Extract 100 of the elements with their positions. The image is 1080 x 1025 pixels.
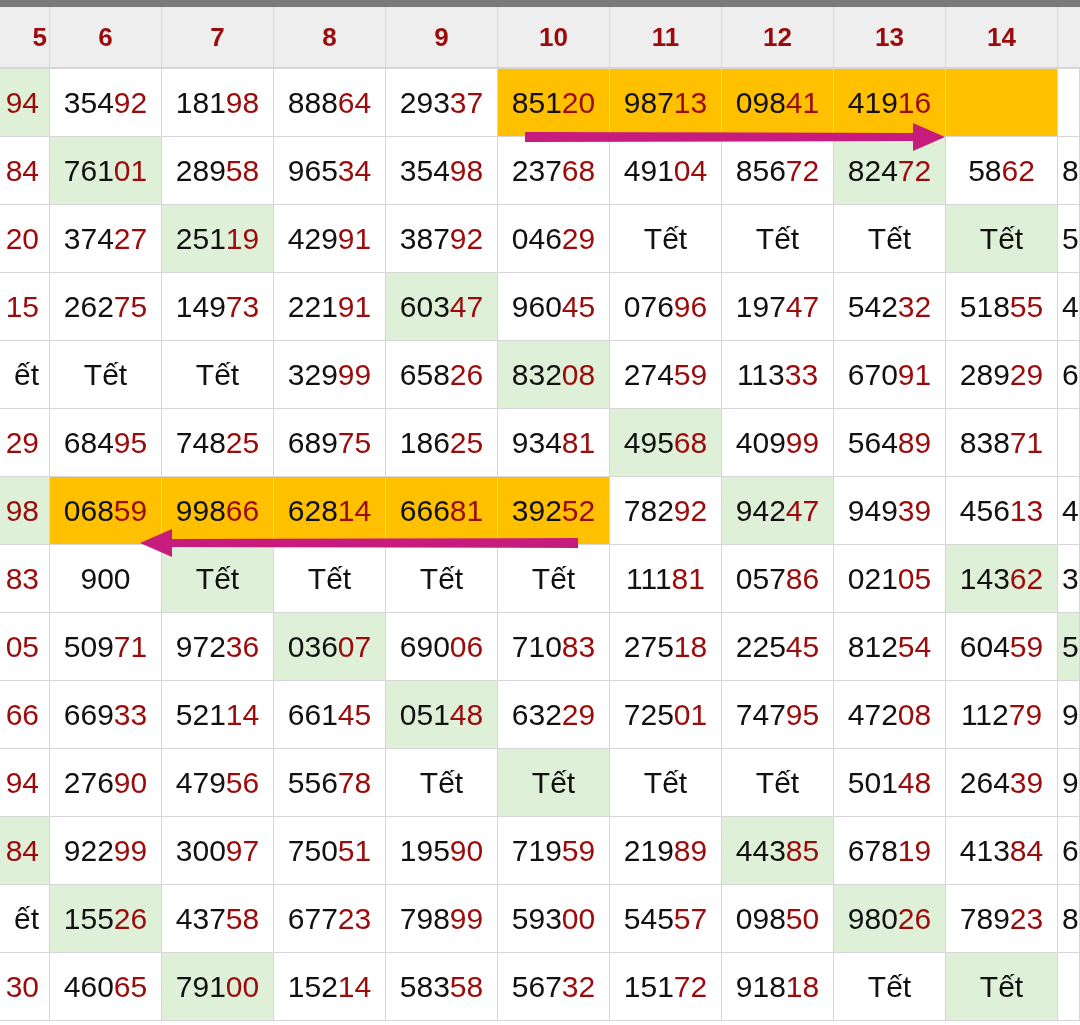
table-cell: 21989 xyxy=(610,817,722,885)
table-cell: 15 xyxy=(0,273,50,341)
table-cell: 68495 xyxy=(50,409,162,477)
table-cell: 14362 xyxy=(946,545,1058,613)
table-cell: 19747 xyxy=(722,273,834,341)
column-header: 9 xyxy=(386,7,498,69)
table-cell: 66933 xyxy=(50,681,162,749)
table-cell: 30097 xyxy=(162,817,274,885)
table-cell: 47956 xyxy=(162,749,274,817)
table-cell: 88864 xyxy=(274,69,386,137)
column-header: 10 xyxy=(498,7,610,69)
table-cell: 4 xyxy=(1058,273,1080,341)
table-cell: Tết xyxy=(274,545,386,613)
table-cell: 69006 xyxy=(386,613,498,681)
table-cell: 28958 xyxy=(162,137,274,205)
table-cell: 50971 xyxy=(50,613,162,681)
arrow-icon xyxy=(525,123,945,151)
table-cell: 97236 xyxy=(162,613,274,681)
table-cell: Tết xyxy=(946,205,1058,273)
table-cell: 92299 xyxy=(50,817,162,885)
table-cell: 51855 xyxy=(946,273,1058,341)
table-cell: Tết xyxy=(386,545,498,613)
table-cell: 84 xyxy=(0,817,50,885)
table-cell: 03607 xyxy=(274,613,386,681)
table-cell: 39252 xyxy=(498,477,610,545)
table-cell: 32999 xyxy=(274,341,386,409)
table-cell: 60347 xyxy=(386,273,498,341)
table-cell: 78923 xyxy=(946,885,1058,953)
table-cell: 83208 xyxy=(498,341,610,409)
column-header xyxy=(1058,7,1080,69)
table-cell: 11181 xyxy=(610,545,722,613)
table-cell: 18625 xyxy=(386,409,498,477)
table-cell: 22191 xyxy=(274,273,386,341)
table-cell: 68975 xyxy=(274,409,386,477)
table-cell: 37427 xyxy=(50,205,162,273)
table-cell: 67091 xyxy=(834,341,946,409)
column-header: 8 xyxy=(274,7,386,69)
table-cell: Tết xyxy=(610,205,722,273)
table-cell: Tết xyxy=(722,205,834,273)
table-cell: 27459 xyxy=(610,341,722,409)
table-cell: 96534 xyxy=(274,137,386,205)
table-cell: 94247 xyxy=(722,477,834,545)
table-cell: 65826 xyxy=(386,341,498,409)
table-cell: Tết xyxy=(722,749,834,817)
column-header: 6 xyxy=(50,7,162,69)
table-cell: 5862 xyxy=(946,137,1058,205)
arrow-icon xyxy=(140,529,578,557)
table-cell: 5 xyxy=(1058,205,1080,273)
table-cell: 15214 xyxy=(274,953,386,1021)
table-cell: 6 xyxy=(1058,817,1080,885)
table-cell: 26275 xyxy=(50,273,162,341)
table-cell: Tết xyxy=(498,545,610,613)
table-cell: 27518 xyxy=(610,613,722,681)
table-cell: 54232 xyxy=(834,273,946,341)
table-cell: 98 xyxy=(0,477,50,545)
column-header: 5 xyxy=(0,7,50,69)
table-cell: 11333 xyxy=(722,341,834,409)
table-cell: 58358 xyxy=(386,953,498,1021)
table-cell: 83 xyxy=(0,545,50,613)
table-cell: 67723 xyxy=(274,885,386,953)
table-cell: 9 xyxy=(1058,749,1080,817)
table-cell: 05148 xyxy=(386,681,498,749)
table-cell: 83871 xyxy=(946,409,1058,477)
table-cell: 82472 xyxy=(834,137,946,205)
table-cell: 50148 xyxy=(834,749,946,817)
table-cell: 76101 xyxy=(50,137,162,205)
table-cell: Tết xyxy=(834,205,946,273)
table-cell: 22545 xyxy=(722,613,834,681)
table-cell: 06859 xyxy=(50,477,162,545)
table-cell: 71959 xyxy=(498,817,610,885)
table-cell: 79899 xyxy=(386,885,498,953)
table-cell: 67819 xyxy=(834,817,946,885)
table-cell: 54557 xyxy=(610,885,722,953)
table-cell: 91818 xyxy=(722,953,834,1021)
table-cell: 28929 xyxy=(946,341,1058,409)
column-header: 13 xyxy=(834,7,946,69)
table-cell: 45613 xyxy=(946,477,1058,545)
table-cell: 07696 xyxy=(610,273,722,341)
table-cell: 25119 xyxy=(162,205,274,273)
table-cell: 18198 xyxy=(162,69,274,137)
table-cell: 8 xyxy=(1058,885,1080,953)
table-cell: Tết xyxy=(498,749,610,817)
table-cell: 79100 xyxy=(162,953,274,1021)
table-cell: 15172 xyxy=(610,953,722,1021)
table-cell: 78292 xyxy=(610,477,722,545)
column-header: 14 xyxy=(946,7,1058,69)
table-cell: 94 xyxy=(0,749,50,817)
table-cell: 6 xyxy=(1058,341,1080,409)
table-cell: 41384 xyxy=(946,817,1058,885)
table-cell: 9 xyxy=(1058,681,1080,749)
table-cell: 74795 xyxy=(722,681,834,749)
column-header: 7 xyxy=(162,7,274,69)
table-cell: Tết xyxy=(162,341,274,409)
table-cell: 85120 xyxy=(498,69,610,137)
table-cell: 43758 xyxy=(162,885,274,953)
table-cell: Tết xyxy=(946,953,1058,1021)
table-cell: 38792 xyxy=(386,205,498,273)
table-cell: 84 xyxy=(0,137,50,205)
table-cell: 04629 xyxy=(498,205,610,273)
table-cell: Tết xyxy=(50,341,162,409)
